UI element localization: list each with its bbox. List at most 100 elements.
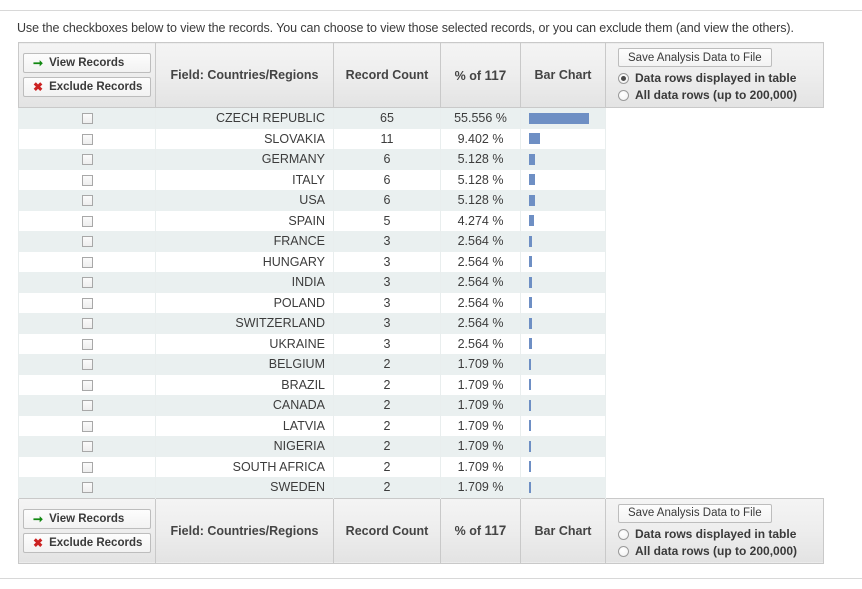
row-checkbox[interactable] [81, 338, 93, 350]
view-records-label: View Records [49, 512, 125, 525]
row-checkbox-cell[interactable] [18, 456, 156, 477]
table-row[interactable]: GERMANY 6 5.128 % [18, 149, 824, 170]
footer-field[interactable]: Field: Countries/Regions [155, 497, 334, 564]
row-checkbox[interactable] [81, 133, 93, 145]
row-checkbox[interactable] [81, 236, 93, 248]
table-row[interactable]: FRANCE 3 2.564 % [18, 231, 824, 252]
footer-bar-chart[interactable]: Bar Chart [520, 497, 606, 564]
row-spacer [605, 354, 824, 375]
header-bar-chart[interactable]: Bar Chart [520, 42, 606, 108]
row-country-name: SLOVAKIA [155, 128, 334, 149]
radio-icon-unselected[interactable] [618, 545, 629, 557]
row-checkbox-cell[interactable] [18, 231, 156, 252]
save-analysis-button-bottom[interactable]: Save Analysis Data to File [618, 503, 772, 523]
view-records-button-top[interactable]: ➞ View Records [23, 53, 151, 73]
row-country-name: SWEDEN [155, 477, 334, 498]
row-checkbox-cell[interactable] [18, 128, 156, 149]
radio-data-rows-table-top[interactable]: Data rows displayed in table [618, 71, 796, 86]
row-checkbox[interactable] [81, 195, 93, 207]
header-record-count[interactable]: Record Count [333, 42, 441, 108]
radio-data-rows-table-bottom[interactable]: Data rows displayed in table [618, 527, 796, 542]
exclude-records-button-top[interactable]: ✖ Exclude Records [23, 77, 151, 97]
row-checkbox-cell[interactable] [18, 210, 156, 231]
header-row: ➞ View Records ✖ Exclude Records Field: … [18, 42, 824, 108]
radio-all-data-rows-bottom[interactable]: All data rows (up to 200,000) [618, 544, 797, 559]
row-spacer [605, 333, 824, 354]
row-percent: 1.709 % [440, 456, 521, 477]
row-country-name: LATVIA [155, 415, 334, 436]
table-row[interactable]: CANADA 2 1.709 % [18, 395, 824, 416]
row-checkbox[interactable] [81, 256, 93, 268]
row-checkbox[interactable] [81, 277, 93, 289]
footer-record-count[interactable]: Record Count [333, 497, 441, 564]
row-country-name: ITALY [155, 169, 334, 190]
table-row[interactable]: HUNGARY 3 2.564 % [18, 251, 824, 272]
row-checkbox[interactable] [81, 318, 93, 330]
row-checkbox[interactable] [81, 420, 93, 432]
table-row[interactable]: BELGIUM 2 1.709 % [18, 354, 824, 375]
table-row[interactable]: POLAND 3 2.564 % [18, 292, 824, 313]
row-checkbox[interactable] [81, 359, 93, 371]
table-row[interactable]: ITALY 6 5.128 % [18, 169, 824, 190]
table-row[interactable]: SLOVAKIA 11 9.402 % [18, 128, 824, 149]
row-checkbox-cell[interactable] [18, 190, 156, 211]
radio-all-data-rows-top[interactable]: All data rows (up to 200,000) [618, 88, 797, 103]
row-record-count: 3 [333, 231, 441, 252]
row-checkbox[interactable] [81, 441, 93, 453]
row-checkbox-cell[interactable] [18, 169, 156, 190]
row-percent: 1.709 % [440, 395, 521, 416]
row-spacer [605, 374, 824, 395]
header-side-panel: Save Analysis Data to File Data rows dis… [605, 42, 824, 108]
table-row[interactable]: SWEDEN 2 1.709 % [18, 477, 824, 498]
row-checkbox-cell[interactable] [18, 313, 156, 334]
radio-icon-unselected[interactable] [618, 528, 629, 540]
table-row[interactable]: SOUTH AFRICA 2 1.709 % [18, 456, 824, 477]
row-checkbox-cell[interactable] [18, 415, 156, 436]
row-country-name: UKRAINE [155, 333, 334, 354]
row-checkbox[interactable] [81, 154, 93, 166]
table-row[interactable]: INDIA 3 2.564 % [18, 272, 824, 293]
row-checkbox[interactable] [81, 297, 93, 309]
table-row[interactable]: BRAZIL 2 1.709 % [18, 374, 824, 395]
row-bar [529, 399, 531, 411]
row-checkbox[interactable] [81, 461, 93, 473]
table-row[interactable]: SPAIN 5 4.274 % [18, 210, 824, 231]
row-country-name: USA [155, 190, 334, 211]
row-percent: 2.564 % [440, 251, 521, 272]
radio-icon-unselected[interactable] [618, 90, 629, 101]
footer-percent[interactable]: % of 117 [440, 497, 521, 564]
row-checkbox[interactable] [81, 113, 93, 125]
table-row[interactable]: LATVIA 2 1.709 % [18, 415, 824, 436]
row-checkbox-cell[interactable] [18, 436, 156, 457]
table-row[interactable]: NIGERIA 2 1.709 % [18, 436, 824, 457]
row-checkbox[interactable] [81, 215, 93, 227]
save-analysis-button-top[interactable]: Save Analysis Data to File [618, 48, 772, 67]
table-row[interactable]: UKRAINE 3 2.564 % [18, 333, 824, 354]
table-row[interactable]: USA 6 5.128 % [18, 190, 824, 211]
header-percent[interactable]: % of 117 [440, 42, 521, 108]
row-spacer [605, 272, 824, 293]
row-checkbox-cell[interactable] [18, 107, 156, 129]
radio-icon-selected[interactable] [618, 73, 629, 84]
row-bar-cell [520, 374, 606, 395]
row-checkbox-cell[interactable] [18, 477, 156, 498]
row-checkbox-cell[interactable] [18, 395, 156, 416]
row-checkbox[interactable] [81, 174, 93, 186]
row-checkbox-cell[interactable] [18, 149, 156, 170]
row-checkbox-cell[interactable] [18, 272, 156, 293]
table-row[interactable]: CZECH REPUBLIC 65 55.556 % [18, 107, 824, 129]
header-field[interactable]: Field: Countries/Regions [155, 42, 334, 108]
row-checkbox-cell[interactable] [18, 374, 156, 395]
row-checkbox[interactable] [81, 482, 93, 494]
exclude-records-button-bottom[interactable]: ✖ Exclude Records [23, 532, 151, 553]
row-checkbox[interactable] [81, 379, 93, 391]
row-checkbox-cell[interactable] [18, 333, 156, 354]
table-row[interactable]: SWITZERLAND 3 2.564 % [18, 313, 824, 334]
row-checkbox-cell[interactable] [18, 354, 156, 375]
footer-side-panel: Save Analysis Data to File Data rows dis… [605, 497, 824, 564]
row-checkbox-cell[interactable] [18, 292, 156, 313]
row-checkbox-cell[interactable] [18, 251, 156, 272]
view-records-button-bottom[interactable]: ➞ View Records [23, 508, 151, 529]
row-checkbox[interactable] [81, 400, 93, 412]
row-bar-cell [520, 251, 606, 272]
